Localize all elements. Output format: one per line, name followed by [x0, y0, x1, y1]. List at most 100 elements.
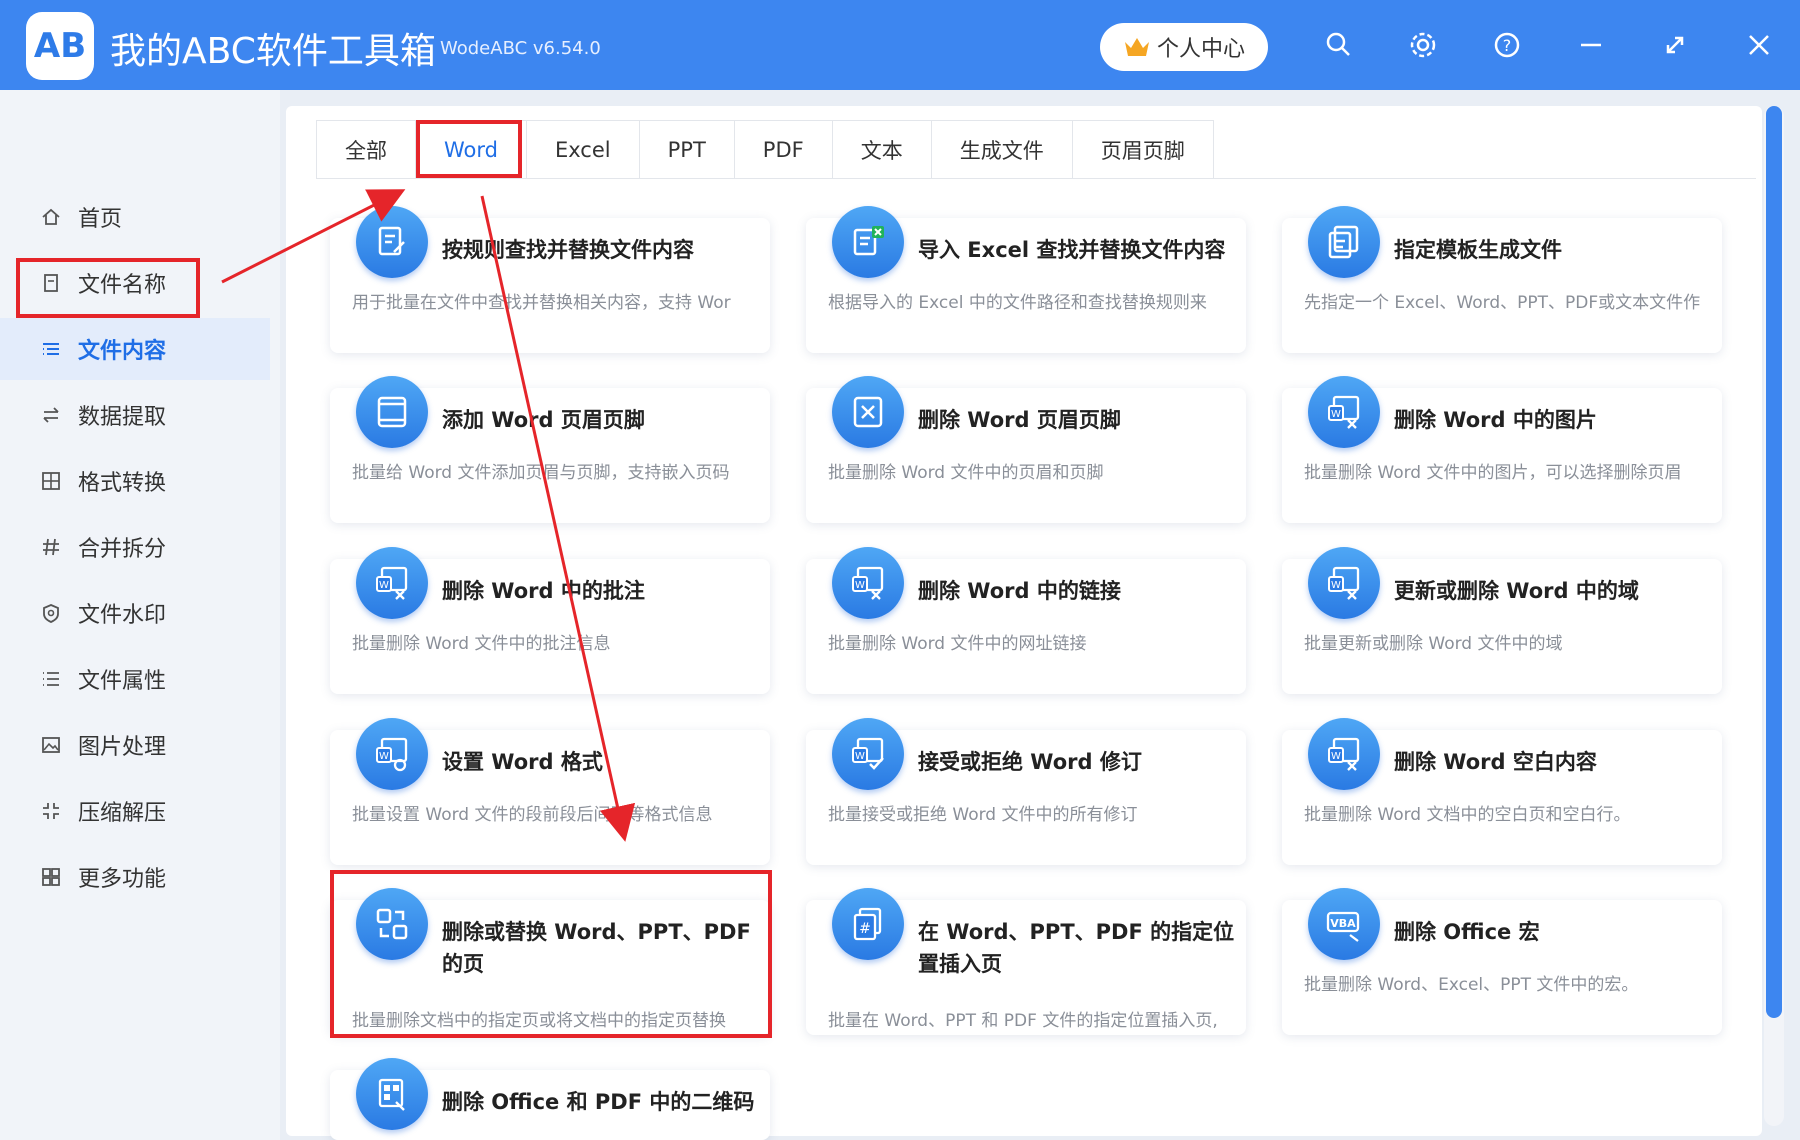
card-title: 设置 Word 格式 — [442, 750, 603, 774]
tab-excel[interactable]: Excel — [525, 120, 640, 178]
svg-text:W: W — [1331, 580, 1341, 591]
search-icon[interactable] — [1322, 28, 1356, 62]
sidebar-item-label: 文件内容 — [78, 339, 167, 364]
svg-text:VBA: VBA — [1330, 917, 1356, 930]
app-title: 我的ABC软件工具箱 — [110, 31, 436, 72]
card-title: 删除 Word 中的图片 — [1394, 408, 1597, 432]
file-attr-icon — [43, 672, 59, 686]
word-field-icon: W — [1308, 547, 1380, 619]
card-word-blank-delete[interactable]: W 删除 Word 空白内容 批量删除 Word 文档中的空白页和空白行。 — [1282, 718, 1722, 865]
card-desc: 批量删除 Word 文件中的页眉和页脚 — [828, 463, 1104, 483]
card-title: 接受或拒绝 Word 修订 — [918, 750, 1142, 774]
card-delete-word-image[interactable]: W 删除 Word 中的图片 批量删除 Word 文件中的图片，可以选择删除页眉 — [1282, 376, 1722, 523]
card-delete-header-footer[interactable]: 删除 Word 页眉页脚 批量删除 Word 文件中的页眉和页脚 — [806, 376, 1246, 523]
sidebar-item-label: 更多功能 — [78, 867, 167, 892]
card-title: 导入 Excel 查找并替换文件内容 — [918, 238, 1226, 262]
gear-icon[interactable] — [1406, 28, 1440, 62]
sidebar-item-compress[interactable]: 压缩解压 — [0, 780, 270, 842]
maximize-icon[interactable] — [1658, 28, 1692, 62]
tab-all[interactable]: 全部 — [316, 120, 416, 178]
card-page-insert[interactable]: # 在 Word、PPT、PDF 的指定位置插入页 批量在 Word、PPT 和… — [806, 888, 1246, 1035]
card-word-revision[interactable]: W 接受或拒绝 Word 修订 批量接受或拒绝 Word 文件中的所有修订 — [806, 718, 1246, 865]
card-title: 删除 Office 宏 — [1394, 920, 1540, 944]
user-center-label: 个人中心 — [1156, 37, 1245, 62]
tab-label: PPT — [667, 137, 706, 162]
header-footer-icon — [356, 376, 428, 448]
tab-header-footer[interactable]: 页眉页脚 — [1071, 120, 1214, 178]
tab-ppt[interactable]: PPT — [638, 120, 735, 178]
logo-text: AB — [33, 26, 87, 66]
format-convert-icon — [42, 472, 60, 490]
card-title: 添加 Word 页眉页脚 — [442, 408, 645, 432]
card-title: 按规则查找并替换文件内容 — [442, 238, 694, 262]
card-find-replace[interactable]: 按规则查找并替换文件内容 用于批量在文件中查找并替换相关内容，支持 Wor — [330, 206, 770, 353]
file-content-icon — [43, 343, 59, 355]
word-revision-icon: W — [832, 718, 904, 790]
card-desc: 批量删除 Word 文档中的空白页和空白行。 — [1304, 805, 1631, 825]
card-delete-office-macro[interactable]: VBA 删除 Office 宏 批量删除 Word、Excel、PPT 文件中的… — [1282, 888, 1722, 1035]
card-word-format[interactable]: W 设置 Word 格式 批量设置 Word 文件的段前段后间距等格式信息 — [330, 718, 770, 865]
sidebar-item-data-extract[interactable]: 数据提取 — [0, 384, 270, 446]
card-add-header-footer[interactable]: 添加 Word 页眉页脚 批量给 Word 文件添加页眉与页脚，支持嵌入页码 — [330, 376, 770, 523]
sidebar-item-file-attr[interactable]: 文件属性 — [0, 648, 270, 710]
qrcode-icon — [356, 1058, 428, 1130]
card-title: 在 Word、PPT、PDF 的指定位置插入页 — [918, 920, 1235, 976]
word-comment-delete-icon: W — [356, 547, 428, 619]
close-icon[interactable] — [1742, 28, 1776, 62]
card-title: 删除 Word 中的批注 — [442, 579, 645, 603]
sidebar-item-watermark[interactable]: 文件水印 — [0, 582, 270, 644]
card-template-generate[interactable]: 指定模板生成文件 先指定一个 Excel、Word、PPT、PDF或文本文件作 — [1282, 206, 1722, 353]
sidebar-item-home[interactable]: 首页 — [0, 186, 270, 248]
compress-icon — [43, 803, 59, 819]
tab-label: 生成文件 — [959, 138, 1044, 163]
card-word-field[interactable]: W 更新或删除 Word 中的域 批量更新或删除 Word 文件中的域 — [1282, 547, 1722, 694]
card-title: 指定模板生成文件 — [1394, 238, 1562, 262]
svg-text:W: W — [855, 580, 865, 591]
tab-divider — [316, 178, 1756, 179]
tab-generate-file[interactable]: 生成文件 — [930, 120, 1073, 178]
scrollbar[interactable] — [1764, 106, 1784, 1126]
svg-text:W: W — [379, 580, 389, 591]
sidebar-item-label: 文件水印 — [78, 603, 167, 628]
card-title: 删除 Word 空白内容 — [1394, 750, 1597, 774]
title-bar: AB 我的ABC软件工具箱 WodeABC v6.54.0 个人中心 ? — [0, 0, 1800, 90]
help-icon[interactable]: ? — [1490, 28, 1524, 62]
card-delete-word-comment[interactable]: W 删除 Word 中的批注 批量删除 Word 文件中的批注信息 — [330, 547, 770, 694]
svg-text:?: ? — [1503, 36, 1512, 55]
card-desc: 批量删除 Word 文件中的批注信息 — [352, 634, 611, 654]
highlight-box-word-tab — [416, 120, 522, 178]
card-excel-find-replace[interactable]: 导入 Excel 查找并替换文件内容 根据导入的 Excel 中的文件路径和查找… — [806, 206, 1246, 353]
sidebar: 首页 文件名称 文件内容 数据提取 格式转换 合并拆分 文件水印 文件属性 图片… — [0, 90, 280, 1140]
card-desc: 用于批量在文件中查找并替换相关内容，支持 Wor — [352, 293, 731, 313]
card-desc: 批量删除 Word、Excel、PPT 文件中的宏。 — [1304, 975, 1639, 995]
svg-text:W: W — [855, 751, 865, 762]
card-desc: 批量在 Word、PPT 和 PDF 文件的指定位置插入页, — [828, 1011, 1218, 1031]
svg-text:#: # — [859, 921, 871, 937]
tab-text[interactable]: 文本 — [831, 120, 932, 178]
minimize-icon[interactable] — [1574, 28, 1608, 62]
card-desc: 根据导入的 Excel 中的文件路径和查找替换规则来 — [828, 293, 1207, 313]
word-image-delete-icon: W — [1308, 376, 1380, 448]
sidebar-item-format-convert[interactable]: 格式转换 — [0, 450, 270, 512]
user-center-button[interactable]: 个人中心 — [1100, 23, 1268, 71]
more-icon — [42, 868, 60, 886]
sidebar-item-image[interactable]: 图片处理 — [0, 714, 270, 776]
card-delete-word-link[interactable]: W 删除 Word 中的链接 批量删除 Word 文件中的网址链接 — [806, 547, 1246, 694]
sidebar-item-merge-split[interactable]: 合并拆分 — [0, 516, 270, 578]
sidebar-item-more[interactable]: 更多功能 — [0, 846, 270, 908]
delete-header-icon — [832, 376, 904, 448]
sidebar-item-label: 数据提取 — [78, 405, 167, 430]
tab-pdf[interactable]: PDF — [733, 120, 833, 178]
card-title: 删除 Office 和 PDF 中的二维码 — [442, 1090, 755, 1114]
card-title: 删除 Word 中的链接 — [918, 579, 1121, 603]
card-desc: 批量删除 Word 文件中的网址链接 — [828, 634, 1087, 654]
sidebar-item-label: 文件属性 — [78, 669, 167, 694]
sidebar-item-file-content[interactable]: 文件内容 — [0, 318, 270, 380]
card-desc: 批量接受或拒绝 Word 文件中的所有修订 — [828, 805, 1138, 825]
sidebar-item-label: 格式转换 — [78, 471, 167, 496]
scrollbar-thumb[interactable] — [1766, 106, 1782, 1018]
card-delete-qrcode[interactable]: 删除 Office 和 PDF 中的二维码 — [330, 1058, 770, 1140]
template-icon — [1308, 206, 1380, 278]
image-icon — [42, 737, 60, 753]
sidebar-item-label: 合并拆分 — [78, 537, 167, 562]
